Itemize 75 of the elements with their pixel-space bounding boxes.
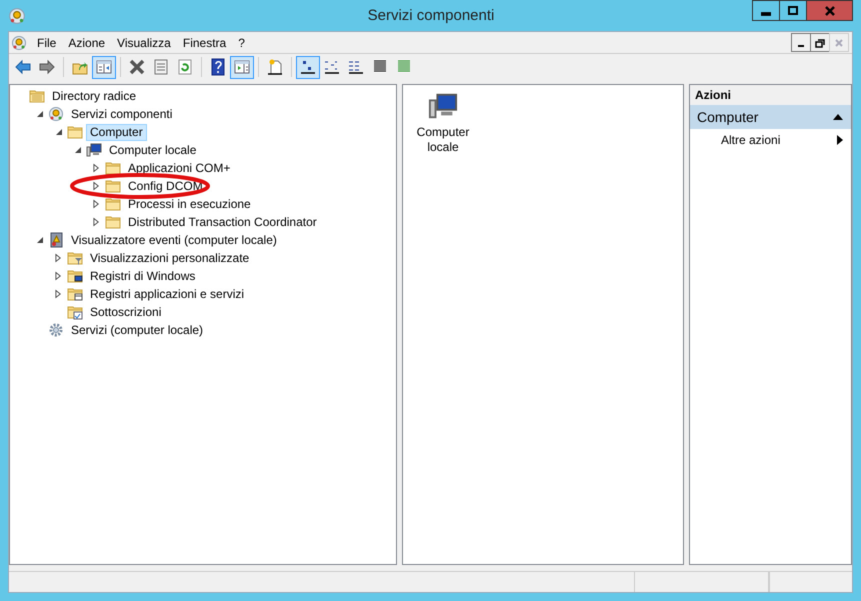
computer-icon — [428, 91, 458, 121]
tree-item[interactable]: Distributed Transaction Coordinator — [124, 214, 321, 230]
collapse-icon[interactable] — [54, 128, 62, 136]
action-pane-icon — [233, 58, 251, 76]
tree-item[interactable]: Servizi componenti — [67, 106, 176, 122]
expand-icon[interactable] — [93, 199, 100, 209]
folder-icon — [105, 196, 121, 212]
expand-icon[interactable] — [93, 181, 100, 191]
folder-icon — [67, 124, 83, 140]
new-window-icon — [266, 58, 284, 76]
tree-item[interactable]: Computer locale — [105, 142, 200, 158]
restore-icon — [815, 38, 825, 48]
refresh-icon — [176, 58, 194, 76]
tree-item[interactable]: Directory radice — [48, 88, 140, 104]
menu-item[interactable]: Visualizza — [113, 36, 179, 50]
console-tree-icon — [95, 58, 113, 76]
menu-item[interactable]: Finestra — [178, 36, 234, 50]
computer-icon — [86, 142, 102, 158]
window-title: Servizi componenti — [366, 7, 496, 24]
tree-item[interactable]: Registri di Windows — [86, 268, 200, 284]
gear-icon — [48, 322, 64, 338]
maximize-button[interactable] — [779, 0, 807, 21]
log-folder-icon — [67, 268, 83, 284]
minimize-icon — [798, 44, 804, 46]
snapin-icon[interactable] — [11, 34, 27, 50]
expand-icon[interactable] — [55, 271, 62, 281]
collapse-icon[interactable] — [36, 110, 44, 118]
subscription-folder-icon — [67, 304, 83, 320]
menu-item[interactable]: File — [33, 36, 64, 50]
filter-folder-icon — [67, 250, 83, 266]
folder-icon — [105, 178, 121, 194]
tree-item[interactable]: Processi in esecuzione — [124, 196, 255, 212]
close-icon — [824, 4, 836, 16]
large-icons-icon — [299, 58, 317, 76]
tree-item[interactable]: Sottoscrizioni — [86, 304, 166, 320]
close-button[interactable] — [806, 0, 853, 21]
tree-item[interactable]: Registri applicazioni e servizi — [86, 286, 248, 302]
restore-button[interactable] — [810, 33, 830, 52]
log-folder-icon — [67, 286, 83, 302]
action-link[interactable]: Altre azioni — [721, 133, 780, 147]
toolbar-button[interactable] — [296, 56, 320, 78]
minimize-icon — [761, 12, 771, 16]
help-icon — [209, 58, 227, 76]
tree-item[interactable]: Computer — [86, 124, 147, 140]
expand-icon[interactable] — [93, 217, 100, 227]
minimize-button[interactable] — [791, 33, 811, 52]
snapin-icon — [8, 6, 26, 24]
folder-icon — [105, 160, 121, 176]
minimize-button[interactable] — [752, 0, 780, 21]
expand-icon[interactable] — [93, 163, 100, 173]
collapse-icon[interactable] — [36, 236, 44, 244]
back-icon — [14, 58, 32, 76]
item-label[interactable]: Computer locale — [413, 125, 473, 155]
menu-item[interactable]: Azione — [64, 36, 114, 50]
tree-item[interactable]: Visualizzazioni personalizzate — [86, 250, 254, 266]
tree-item[interactable]: Applicazioni COM+ — [124, 160, 234, 176]
close-icon — [834, 38, 844, 48]
tree-item[interactable]: Visualizzatore eventi (computer locale) — [67, 232, 281, 248]
event-log-icon — [48, 232, 64, 248]
pane-title: Azioni — [695, 88, 731, 102]
menu-item[interactable]: ? — [234, 36, 253, 50]
expand-icon[interactable] — [55, 253, 62, 263]
collapse-icon[interactable] — [74, 146, 82, 154]
expand-icon[interactable] — [55, 289, 62, 299]
section-title: Computer — [697, 109, 758, 125]
delete-icon — [128, 58, 146, 76]
section-header[interactable]: Computer — [690, 105, 851, 129]
snapin-icon — [48, 106, 64, 122]
tree-item[interactable]: Servizi (computer locale) — [67, 322, 208, 338]
folder-icon — [29, 88, 45, 104]
submenu-arrow-icon — [837, 135, 843, 145]
maximize-icon — [787, 4, 799, 16]
forward-icon — [38, 58, 56, 76]
properties-icon — [152, 58, 170, 76]
folder-icon — [105, 214, 121, 230]
